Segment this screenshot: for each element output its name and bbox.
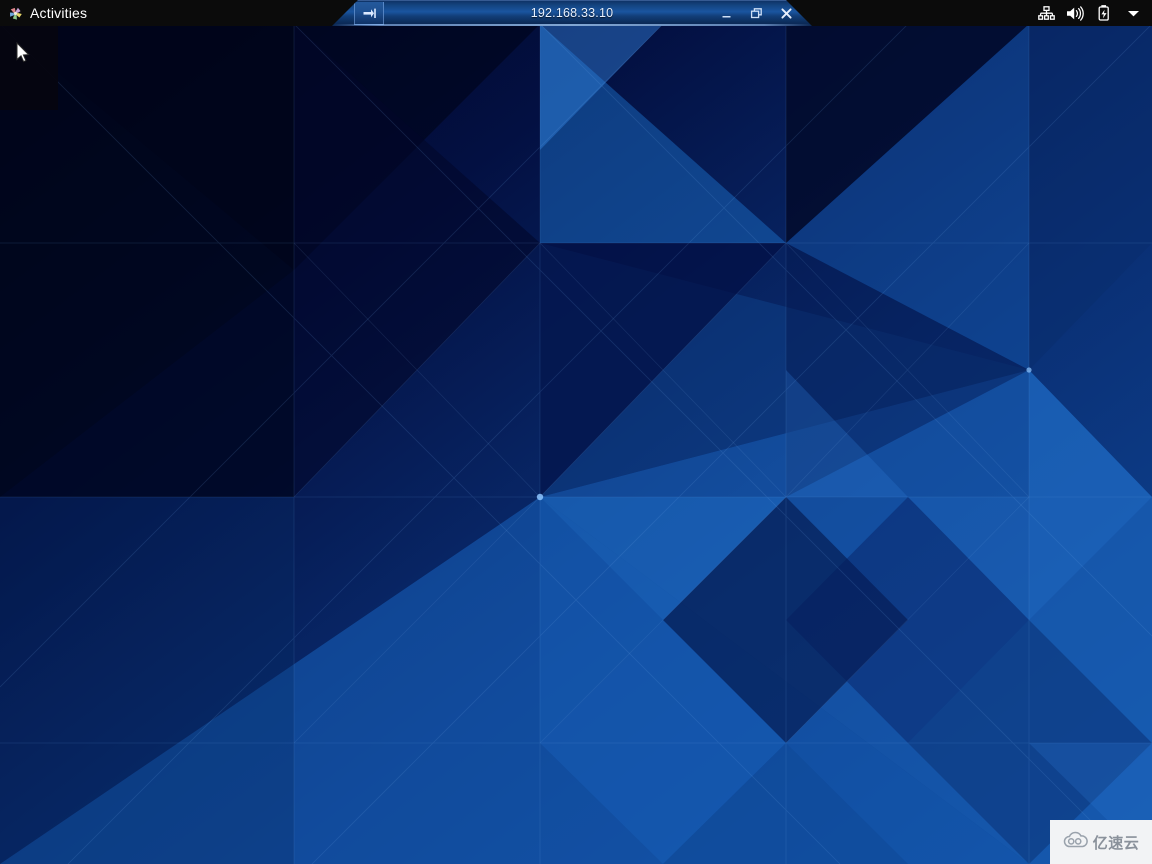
network-wired-icon[interactable] — [1037, 4, 1055, 22]
watermark-text: 亿速云 — [1092, 833, 1140, 852]
battery-charging-icon[interactable] — [1095, 4, 1113, 22]
chevron-down-icon[interactable] — [1124, 4, 1142, 22]
pin-toolbar-icon[interactable] — [354, 2, 384, 25]
window-controls — [718, 0, 794, 26]
watermark: 亿速云 — [1050, 820, 1152, 864]
cloud-logo-icon — [1063, 831, 1089, 854]
remote-viewer-titlebar[interactable]: 192.168.33.10 — [332, 0, 812, 26]
wallpaper-geometry — [0, 0, 1152, 864]
activities-label: Activities — [30, 5, 88, 21]
restore-button[interactable] — [748, 5, 764, 21]
volume-speaker-icon[interactable] — [1066, 4, 1084, 22]
desktop-wallpaper — [0, 0, 1152, 864]
system-tray — [1037, 0, 1146, 26]
minimize-button[interactable] — [718, 5, 734, 21]
gnome-activities-icon — [8, 6, 23, 21]
close-button[interactable] — [778, 5, 794, 21]
screen-root: Activities 192.168.33.10 亿速云 — [0, 0, 1152, 864]
desktop-dark-corner — [0, 26, 58, 110]
activities-button[interactable]: Activities — [0, 0, 97, 26]
